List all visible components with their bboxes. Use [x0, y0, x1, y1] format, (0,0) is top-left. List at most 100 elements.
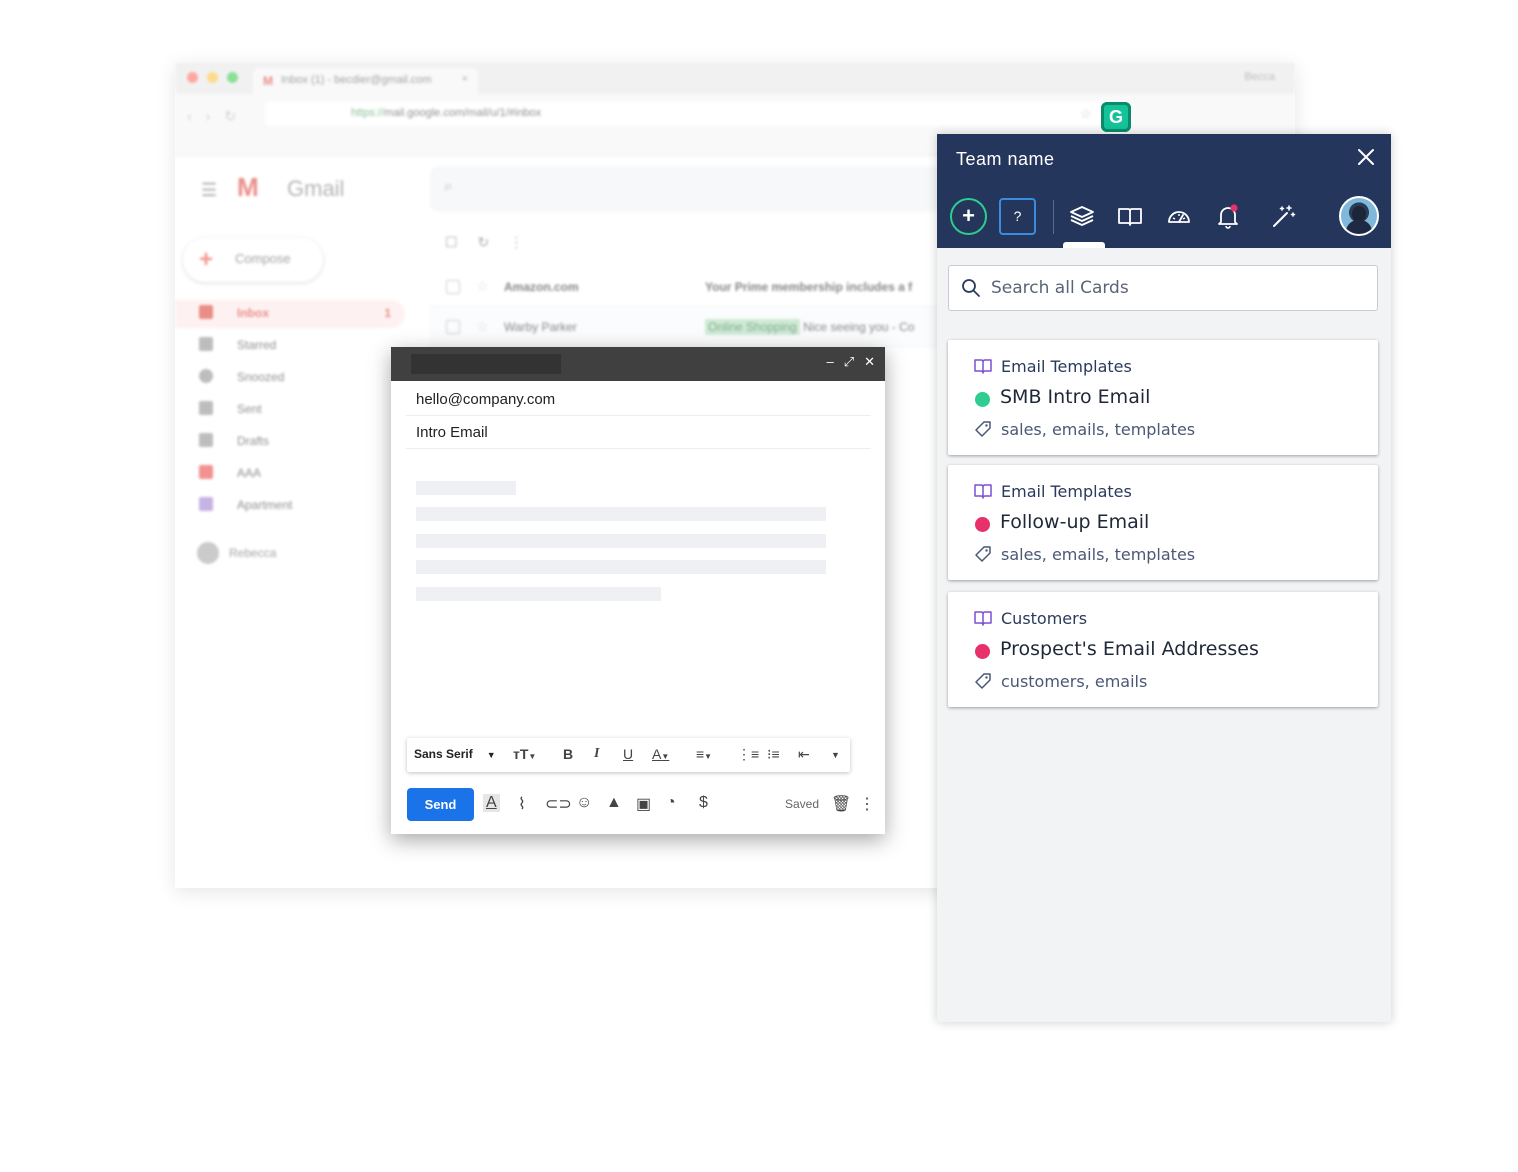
browser-tab-bar: M Inbox (1) - becdier@gmail.com × Becca — [175, 62, 1295, 94]
hamburger-menu-icon[interactable]: ☰ — [201, 180, 217, 201]
search-input[interactable] — [991, 274, 1361, 302]
cards-stack-icon[interactable] — [1068, 202, 1096, 230]
card-item[interactable]: Customers Prospect's Email Addresses cus… — [948, 592, 1378, 707]
browser-tab[interactable]: M Inbox (1) - becdier@gmail.com × — [253, 68, 478, 94]
card-tags: sales, emails, templates — [1001, 420, 1196, 439]
card-tags: customers, emails — [1001, 672, 1148, 691]
body-placeholder-line — [416, 507, 826, 521]
body-placeholder-line — [416, 587, 661, 601]
url-field[interactable]: https://mail.google.com/mail/u/1/#inbox — [265, 102, 1105, 126]
formatting-options-icon[interactable]: A — [483, 794, 500, 812]
gmail-logo-icon: M — [237, 172, 259, 202]
help-button[interactable]: ? — [999, 198, 1036, 235]
card-search-field[interactable] — [948, 265, 1378, 311]
notification-bell-icon[interactable] — [1214, 202, 1242, 230]
text-color-icon[interactable]: A▼ — [652, 746, 669, 762]
status-red-dot — [975, 644, 990, 659]
book-icon[interactable] — [1116, 202, 1144, 230]
compose-window-controls: – ⤢ ✕ — [816, 354, 875, 370]
subject-field[interactable]: Intro Email — [406, 415, 871, 449]
more-options-icon[interactable]: ⋮ — [859, 794, 875, 814]
close-icon[interactable] — [1355, 146, 1377, 168]
emoji-icon[interactable]: ☺ — [576, 794, 592, 812]
label-icon — [199, 497, 213, 511]
label-icon — [199, 465, 213, 479]
inbox-icon — [199, 305, 213, 319]
expand-icon[interactable]: ⤢ — [844, 354, 854, 369]
link-icon[interactable]: ⊂⊃ — [545, 794, 572, 814]
tag-icon — [975, 421, 991, 437]
magic-wand-icon[interactable] — [1269, 202, 1297, 230]
card-item[interactable]: Email Templates Follow-up Email sales, e… — [948, 465, 1378, 580]
status-green-dot — [975, 392, 990, 407]
italic-icon[interactable]: I — [594, 746, 599, 762]
gmail-user[interactable]: Rebecca — [195, 540, 276, 566]
bookmark-star-icon[interactable]: ☆ — [1080, 106, 1092, 122]
saved-status: Saved — [785, 797, 820, 811]
bulleted-list-icon[interactable]: ⁝≡ — [767, 746, 780, 763]
nav-item-sent[interactable]: Sent — [175, 396, 405, 424]
close-icon[interactable]: ✕ — [864, 354, 875, 369]
nav-label: Sent — [237, 402, 262, 416]
send-button[interactable]: Send — [407, 788, 474, 821]
chevron-down-icon: ▼ — [486, 750, 496, 760]
avatar-body — [1346, 220, 1372, 234]
tag-icon — [975, 673, 991, 689]
confidential-icon[interactable]: ◔ — [666, 794, 676, 812]
grammarly-extension-icon[interactable]: G — [1101, 102, 1131, 132]
nav-item-aaa[interactable]: AAA — [175, 460, 405, 488]
font-select[interactable]: Sans Serif ▼ — [414, 747, 496, 761]
gmail-favicon-icon: M — [263, 74, 273, 88]
add-card-button[interactable]: + — [950, 198, 987, 235]
attach-icon[interactable]: ⌇ — [518, 794, 526, 814]
dollar-icon[interactable]: $ — [699, 794, 708, 812]
compose-plus-icon: + — [199, 246, 214, 273]
photo-icon[interactable]: ▣ — [636, 794, 651, 814]
row-label-tag: Online Shopping — [705, 319, 800, 335]
card-category: Email Templates — [1001, 482, 1132, 501]
header-divider — [1053, 200, 1054, 234]
more-formatting-icon[interactable]: ▼ — [831, 750, 840, 760]
star-icon — [199, 337, 213, 351]
star-icon[interactable]: ☆ — [476, 318, 489, 335]
to-field[interactable]: hello@company.com — [406, 382, 871, 416]
bold-icon[interactable]: B — [563, 746, 573, 762]
star-icon[interactable]: ☆ — [476, 278, 489, 295]
trash-icon[interactable]: 🗑 — [831, 794, 851, 814]
indent-icon[interactable]: ⇤ — [798, 746, 810, 763]
row-checkbox[interactable] — [446, 280, 460, 294]
gmail-search-input[interactable]: ⌕ — [430, 166, 940, 212]
drive-icon[interactable]: ▲ — [606, 794, 622, 812]
nav-item-inbox[interactable]: Inbox 1 — [175, 300, 405, 328]
zoom-window-dot[interactable] — [227, 72, 238, 83]
browser-nav-buttons[interactable]: ‹›↻ — [187, 108, 250, 125]
nav-item-snoozed[interactable]: Snoozed — [175, 364, 405, 392]
minimize-icon[interactable]: – — [826, 354, 833, 369]
compose-title-redacted — [411, 354, 561, 374]
card-item[interactable]: Email Templates SMB Intro Email sales, e… — [948, 340, 1378, 455]
gauge-icon[interactable] — [1165, 202, 1193, 230]
minimize-window-dot[interactable] — [207, 72, 218, 83]
card-category: Email Templates — [1001, 357, 1132, 376]
tab-close-icon[interactable]: × — [462, 73, 468, 85]
nav-item-apartment[interactable]: Apartment — [175, 492, 405, 520]
nav-label: Drafts — [237, 434, 270, 448]
gmail-wordmark: Gmail — [287, 176, 345, 201]
row-sender: Warby Parker — [504, 320, 577, 334]
close-window-dot[interactable] — [187, 72, 198, 83]
status-red-dot — [975, 517, 990, 532]
browser-profile-name[interactable]: Becca — [1244, 71, 1275, 83]
underline-icon[interactable]: U — [623, 746, 633, 762]
row-checkbox[interactable] — [446, 320, 460, 334]
numbered-list-icon[interactable]: ⋮≡ — [737, 746, 759, 763]
align-icon[interactable]: ≡▼ — [696, 746, 712, 762]
nav-item-starred[interactable]: Starred — [175, 332, 405, 360]
nav-item-drafts[interactable]: Drafts — [175, 428, 405, 456]
compose-window: – ⤢ ✕ hello@company.com Intro Email Sans S… — [391, 347, 885, 834]
text-size-icon[interactable]: ᴛT▼ — [513, 746, 536, 762]
gmail-compose-button[interactable]: + Compose — [183, 238, 323, 282]
tab-title: Inbox (1) - becdier@gmail.com — [281, 74, 432, 86]
avatar[interactable] — [1339, 196, 1379, 236]
panel-header: Team name + ? — [937, 134, 1391, 248]
gmail-list-toolbar[interactable]: ☐↻⋮ — [445, 234, 543, 251]
